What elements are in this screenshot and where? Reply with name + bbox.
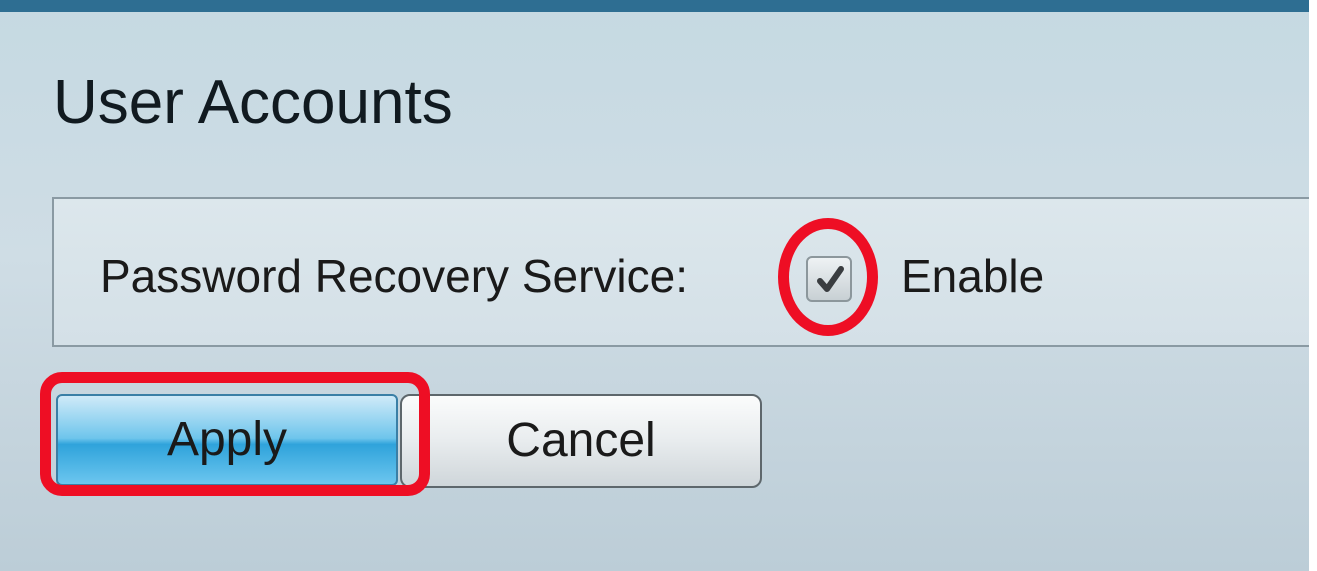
checkbox-highlight-circle [778,218,878,336]
right-gutter [1309,0,1317,571]
cancel-button[interactable]: Cancel [400,394,762,488]
password-recovery-label: Password Recovery Service: [100,250,688,302]
page-title: User Accounts [53,68,453,137]
header-bar [0,0,1309,12]
apply-highlight-box [40,372,430,496]
enable-label: Enable [901,250,1045,302]
main-panel: User Accounts Password Recovery Service:… [0,0,1309,571]
